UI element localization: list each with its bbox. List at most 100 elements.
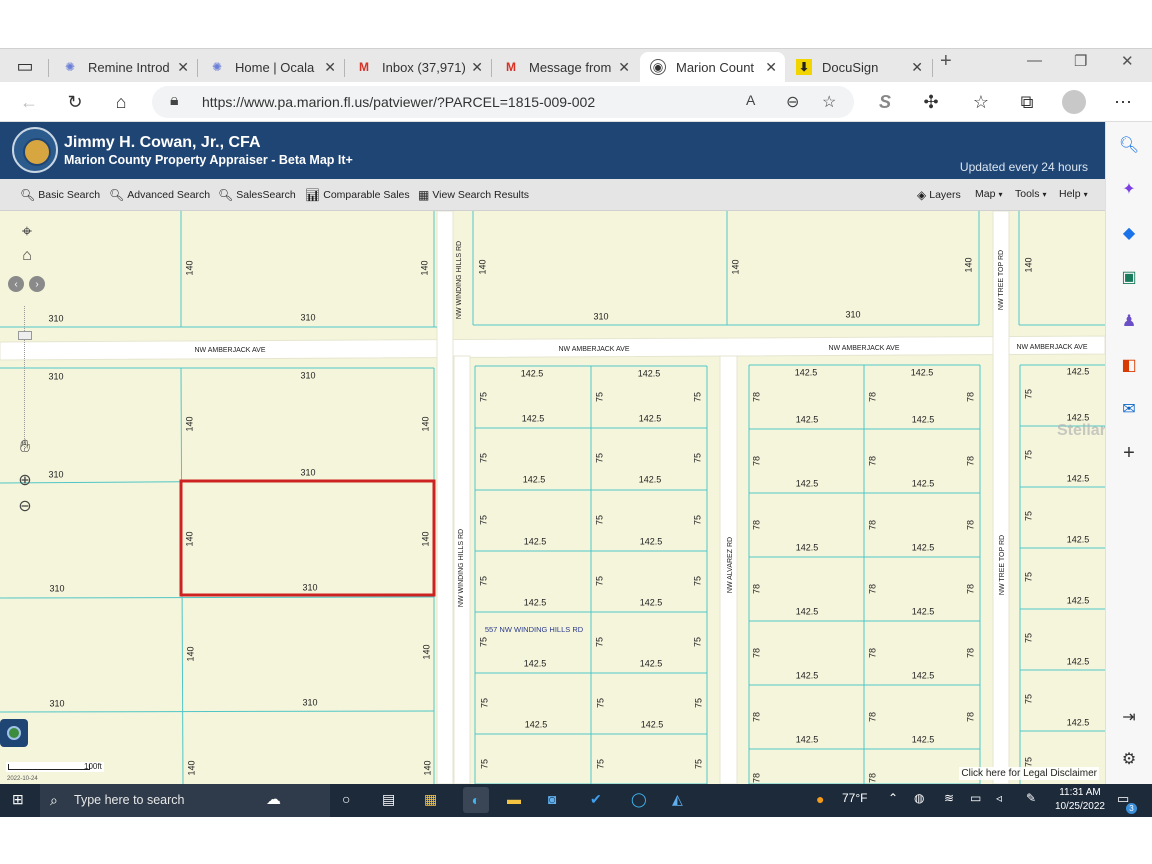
pen-icon[interactable]: ✎ [1026, 791, 1036, 805]
volume-icon[interactable]: ◃ [996, 791, 1002, 805]
dimension-label: 78 [867, 712, 877, 722]
favorites-icon[interactable]: ☆ [968, 89, 994, 115]
previous-extent-icon[interactable]: ‹ [8, 276, 24, 292]
search-icon[interactable]: 🔍︎ [1118, 134, 1140, 156]
network-icon[interactable]: ≋ [944, 791, 954, 805]
games-icon[interactable]: ♟ [1118, 310, 1140, 332]
layers-menu[interactable]: ◈ Layers [917, 188, 961, 202]
close-icon[interactable]: ✕ [324, 59, 336, 76]
zoom-out-icon[interactable]: ⊖ [786, 92, 799, 112]
map-menu[interactable]: Map ▾ [975, 188, 1002, 200]
system-clock[interactable]: 11:31 AM 10/25/2022 [1055, 786, 1105, 814]
dimension-label: 310 [300, 312, 315, 322]
task-view-icon[interactable]: ○ [342, 791, 350, 807]
collections-icon[interactable]: ⧉ [1014, 89, 1040, 115]
close-icon[interactable]: ✕ [618, 59, 630, 76]
weather-sun-icon[interactable]: ● [816, 791, 824, 807]
more-menu-icon[interactable]: ⋯ [1110, 89, 1136, 115]
windows-start-icon[interactable]: ⊞ [12, 791, 24, 808]
dimension-label: 142.5 [1067, 717, 1090, 727]
window-close-icon[interactable]: ✕ [1121, 52, 1134, 70]
tab-docusign[interactable]: ⬇ DocuSign ✕ [786, 52, 931, 82]
dimension-label: 75 [692, 637, 702, 647]
refresh-icon[interactable]: ↻ [62, 89, 88, 115]
sidebar-toggle-icon[interactable]: ⇥ [1118, 706, 1140, 728]
dimension-label: 142.5 [912, 414, 935, 424]
help-menu[interactable]: Help ▾ [1059, 188, 1088, 200]
profile-avatar[interactable] [1062, 90, 1086, 114]
tab-message[interactable]: M Message from ✕ [493, 52, 638, 82]
tab-home-ocala[interactable]: ✺ Home | Ocala ✕ [199, 52, 344, 82]
zoom-out-icon[interactable]: ⊖ [14, 495, 36, 517]
url-text[interactable]: https://www.pa.marion.fl.us/patviewer/?P… [202, 94, 595, 110]
street-label-winding-hills: NW WINDING HILLS RD [456, 241, 463, 319]
dimension-label: 78 [867, 392, 877, 402]
app-icon[interactable]: ◙ [548, 791, 556, 807]
shopping-tag-icon[interactable]: ◆ [1118, 222, 1140, 244]
close-icon[interactable]: ✕ [177, 59, 189, 76]
browser-tab-strip: ▭ ✺ Remine Introd ✕ ✺ Home | Ocala ✕ M I… [0, 48, 1152, 82]
locate-icon[interactable]: ⌖ [17, 221, 37, 241]
close-icon[interactable]: ✕ [765, 59, 777, 76]
todo-check-icon[interactable]: ✔ [590, 791, 602, 808]
tab-inbox[interactable]: M Inbox (37,971) ✕ [346, 52, 491, 82]
close-icon[interactable]: ✕ [911, 59, 923, 76]
comparable-sales-button[interactable]: 📊︎ Comparable Sales [305, 188, 410, 202]
sales-search-button[interactable]: 🔍︎ SalesSearch [218, 188, 296, 202]
dimension-label: 142.5 [1067, 366, 1090, 376]
address-bar[interactable]: 🔒︎ https://www.pa.marion.fl.us/patviewer… [152, 86, 854, 118]
meet-now-icon[interactable]: ◍ [914, 791, 924, 805]
tab-remine[interactable]: ✺ Remine Introd ✕ [52, 52, 197, 82]
weather-temp[interactable]: 77°F [842, 791, 867, 805]
dimension-label: 78 [867, 584, 877, 594]
pan-hand-icon[interactable]: ✋︎ [14, 435, 36, 457]
edge-taskbar-icon[interactable]: ◐ [463, 787, 489, 813]
widgets-icon[interactable]: ▤ [382, 791, 395, 808]
dimension-label: 75 [1023, 389, 1033, 399]
cortana-icon[interactable]: ◯ [631, 791, 647, 808]
tools-menu[interactable]: Tools ▾ [1015, 188, 1047, 200]
show-hidden-icons[interactable]: ⌃ [888, 791, 898, 805]
view-search-results-button[interactable]: ▦ View Search Results [418, 188, 529, 202]
copilot-sparkle-icon[interactable]: ✦ [1118, 178, 1140, 200]
minimize-icon[interactable]: — [1027, 52, 1042, 69]
back-icon[interactable]: ← [16, 89, 42, 115]
next-extent-icon[interactable]: › [29, 276, 45, 292]
home-icon[interactable]: ⌂ [108, 89, 134, 115]
microsoft-store-icon[interactable]: ▦ [424, 791, 437, 808]
battery-icon[interactable]: ▭ [970, 791, 981, 805]
restore-icon[interactable]: ❐ [1074, 52, 1087, 70]
close-icon[interactable]: ✕ [471, 59, 483, 76]
file-explorer-icon[interactable]: ▬ [507, 791, 521, 807]
taskbar-search-box[interactable]: ⌕ Type here to search ☁ [40, 784, 330, 817]
favorite-add-icon[interactable]: ☆ [822, 92, 836, 112]
basemap-globe-button[interactable] [0, 719, 28, 747]
outlook-icon[interactable]: ✉ [1118, 398, 1140, 420]
lock-icon[interactable]: 🔒︎ [170, 92, 179, 110]
property-appraiser-seal-logo[interactable] [12, 127, 58, 173]
zoom-in-icon[interactable]: ⊕ [14, 469, 36, 491]
parcel-map-canvas[interactable]: NW AMBERJACK AVE NW AMBERJACK AVE NW AMBER… [0, 211, 1105, 784]
zoom-slider-thumb[interactable] [18, 331, 32, 340]
photos-icon[interactable]: ◭ [672, 791, 683, 808]
tools-briefcase-icon[interactable]: ▣ [1118, 266, 1140, 288]
legal-disclaimer-link[interactable]: Click here for Legal Disclaimer [959, 767, 1099, 780]
basic-search-button[interactable]: 🔍︎ Basic Search [20, 188, 100, 202]
read-aloud-icon[interactable]: A [746, 92, 755, 108]
s-extension-icon[interactable]: S [872, 89, 898, 115]
tab-marion-county[interactable]: ◉ Marion Count ✕ [640, 52, 785, 82]
settings-gear-icon[interactable]: ⚙ [1118, 748, 1140, 770]
view-results-label: View Search Results [432, 189, 530, 201]
dimension-label: 142.5 [639, 413, 662, 423]
extensions-icon[interactable]: ✣ [918, 89, 944, 115]
tab-actions-icon[interactable]: ▭ [12, 53, 38, 79]
gmail-icon: M [506, 60, 516, 74]
advanced-search-button[interactable]: 🔍︎ Advanced Search [109, 188, 210, 202]
home-extent-icon[interactable]: ⌂ [18, 247, 36, 265]
new-tab-icon[interactable]: + [940, 50, 952, 73]
dimension-label: 310 [49, 698, 64, 708]
add-sidebar-app-icon[interactable]: + [1118, 442, 1140, 464]
parcel-map[interactable]: NW AMBERJACK AVE NW AMBERJACK AVE NW AMBER… [0, 211, 1105, 784]
zoom-slider-track[interactable] [24, 306, 28, 451]
office-icon[interactable]: ◧ [1118, 354, 1140, 376]
